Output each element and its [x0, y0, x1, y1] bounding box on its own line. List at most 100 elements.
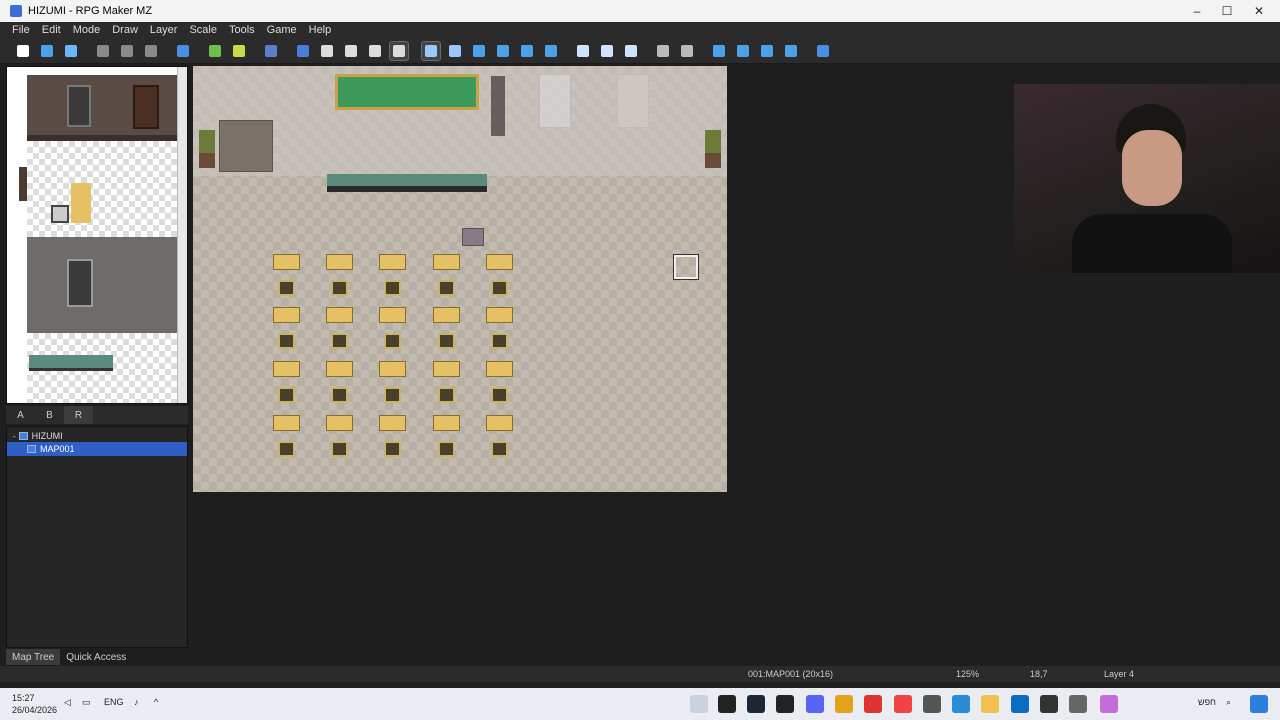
volume-icon[interactable]: ◁ [64, 697, 71, 708]
tab-quick-access[interactable]: Quick Access [60, 649, 132, 665]
tab-r[interactable]: R [64, 406, 93, 424]
fill-button[interactable] [518, 42, 536, 60]
search-label[interactable]: חפש [1198, 697, 1216, 707]
steam-icon[interactable] [747, 695, 765, 713]
sound-test-button[interactable] [710, 42, 728, 60]
desk-tile [273, 361, 300, 377]
settings-icon[interactable] [1069, 695, 1087, 713]
plugin-manager-button[interactable] [678, 42, 696, 60]
windows-start-icon[interactable] [1250, 695, 1268, 713]
language-indicator[interactable]: ENG [104, 697, 124, 707]
folder-icon[interactable] [981, 695, 999, 713]
app-red-icon[interactable] [864, 695, 882, 713]
twitch-pill-icon[interactable] [1100, 695, 1118, 713]
save-project-button[interactable] [62, 42, 80, 60]
chair-tile [384, 387, 401, 403]
tree-item-project[interactable]: - HIZUMI [7, 429, 187, 443]
tab-a[interactable]: A [6, 406, 35, 424]
cabinet [219, 120, 273, 172]
menu-help[interactable]: Help [303, 24, 338, 36]
actual-size-icon [625, 45, 637, 57]
undo-button[interactable] [174, 42, 192, 60]
menu-draw[interactable]: Draw [106, 24, 144, 36]
layer-1-icon [297, 45, 309, 57]
paste-button[interactable] [142, 42, 160, 60]
region-mode-button[interactable] [262, 42, 280, 60]
event-searcher-button[interactable] [734, 42, 752, 60]
database-button[interactable] [654, 42, 672, 60]
edge-icon[interactable] [952, 695, 970, 713]
current-layer-button[interactable] [389, 41, 409, 61]
window-tile [67, 85, 91, 127]
zoom-in-button[interactable] [574, 42, 592, 60]
resource-manager-button[interactable] [758, 42, 776, 60]
layer-1-button[interactable] [294, 42, 312, 60]
minimize-button[interactable]: – [1182, 0, 1212, 22]
status-zoom: 125% [956, 669, 980, 679]
store-icon[interactable] [1011, 695, 1029, 713]
ellipse-button[interactable] [494, 42, 512, 60]
map-mode-button[interactable] [206, 42, 224, 60]
network-icon[interactable]: ▭ [82, 697, 91, 708]
eraser-button[interactable] [446, 42, 464, 60]
windows-taskbar: 15:27 26/04/2026 ◁ ▭ ENG ♪ ^ חפש ⌕ [0, 688, 1280, 720]
microphone-icon[interactable]: ♪ [134, 697, 139, 707]
menu-edit[interactable]: Edit [36, 24, 67, 36]
new-project-button[interactable] [14, 42, 32, 60]
chrome-icon[interactable] [894, 695, 912, 713]
chair-tile [438, 333, 455, 349]
plant-right [705, 130, 721, 168]
menu-layer[interactable]: Layer [144, 24, 184, 36]
maximize-button[interactable]: ☐ [1212, 0, 1242, 22]
plant-left [199, 130, 215, 168]
camera-icon[interactable] [923, 695, 941, 713]
close-button[interactable]: ✕ [1244, 0, 1274, 22]
copy-icon [121, 45, 133, 57]
grey-wall-tiles[interactable] [27, 237, 179, 333]
layer-4-button[interactable] [366, 42, 384, 60]
playtest-button[interactable] [814, 42, 832, 60]
transparent-tiles[interactable] [27, 141, 179, 237]
headset-icon[interactable] [835, 695, 853, 713]
file-explorer-pinned-icon[interactable] [690, 695, 708, 713]
twitch-icon[interactable] [718, 695, 736, 713]
resource-manager-icon [761, 45, 773, 57]
discord-icon[interactable] [806, 695, 824, 713]
shadow-pen-button[interactable] [542, 42, 560, 60]
selected-tile[interactable] [51, 205, 69, 223]
wall-window-tiles[interactable] [27, 75, 179, 141]
pencil-button[interactable] [421, 41, 441, 61]
menu-tools[interactable]: Tools [223, 24, 261, 36]
actual-size-button[interactable] [622, 42, 640, 60]
tab-map-tree[interactable]: Map Tree [6, 649, 61, 665]
event-marker[interactable] [462, 228, 484, 246]
sound-test-icon [713, 45, 725, 57]
rpg-maker-icon[interactable] [1040, 695, 1058, 713]
live-icon[interactable] [776, 695, 794, 713]
zoom-out-button[interactable] [598, 42, 616, 60]
collapse-icon[interactable]: - [13, 432, 16, 441]
copy-button[interactable] [118, 42, 136, 60]
rectangle-button[interactable] [470, 42, 488, 60]
tileset-palette[interactable] [6, 66, 188, 404]
map-canvas[interactable] [193, 66, 727, 492]
side-strip [19, 167, 27, 201]
menu-mode[interactable]: Mode [67, 24, 107, 36]
menu-scale[interactable]: Scale [183, 24, 223, 36]
tray-chevron-up-icon[interactable]: ^ [154, 697, 158, 707]
event-mode-button[interactable] [230, 42, 248, 60]
desk-tile [486, 361, 513, 377]
tileset-scrollbar[interactable] [177, 67, 187, 403]
menu-file[interactable]: File [6, 24, 36, 36]
layer-3-button[interactable] [342, 42, 360, 60]
character-generator-button[interactable] [782, 42, 800, 60]
zoom-in-icon [577, 45, 589, 57]
tab-b[interactable]: B [35, 406, 64, 424]
cut-button[interactable] [94, 42, 112, 60]
layer-2-button[interactable] [318, 42, 336, 60]
open-project-button[interactable] [38, 42, 56, 60]
taskbar-clock[interactable]: 15:27 26/04/2026 [12, 692, 57, 716]
menu-game[interactable]: Game [261, 24, 303, 36]
tree-item-map001[interactable]: MAP001 [7, 442, 187, 456]
search-icon[interactable]: ⌕ [1226, 697, 1231, 708]
